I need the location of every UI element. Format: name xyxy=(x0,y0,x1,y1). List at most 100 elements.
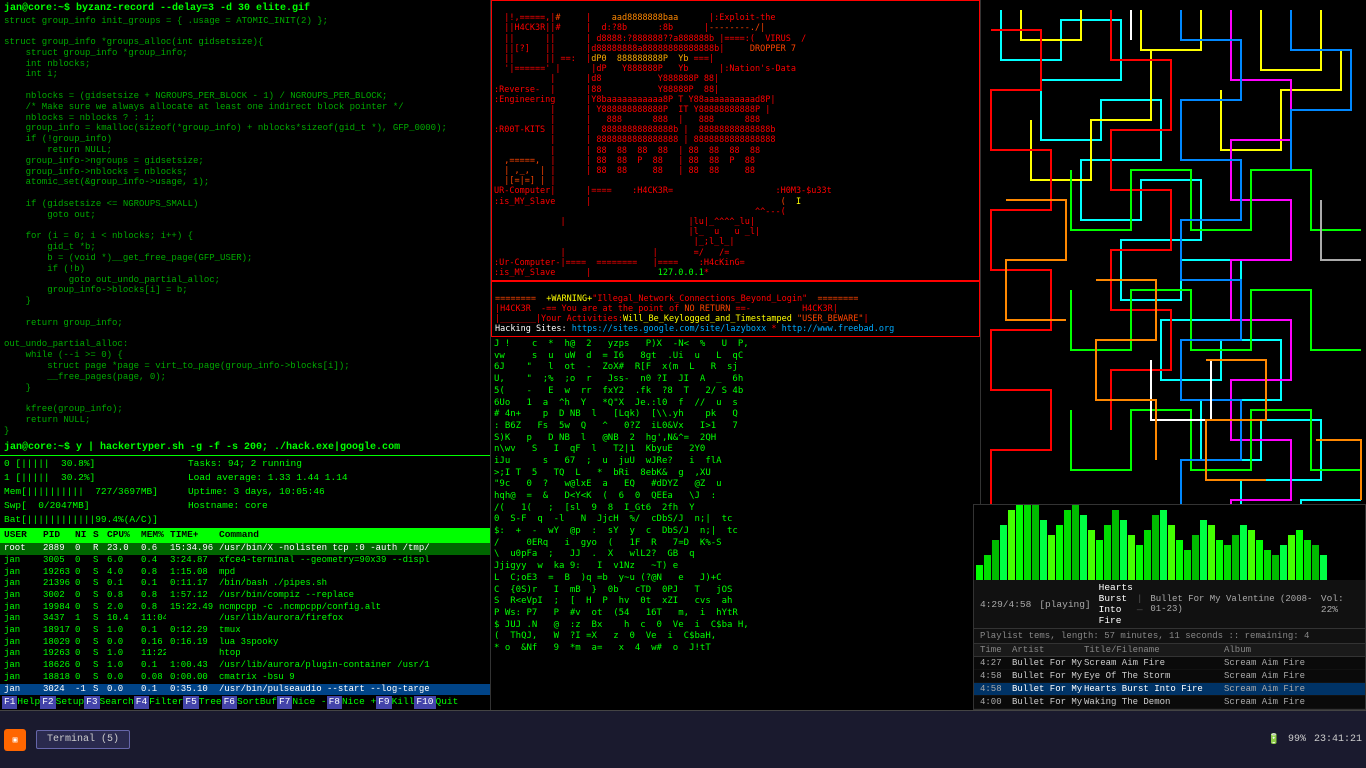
vis-bar xyxy=(1096,540,1103,580)
list-item[interactable]: 4:27 Bullet For My Scream Aim Fire Screa… xyxy=(974,657,1365,670)
playlist-info: Playlist tems, length: 57 minutes, 11 se… xyxy=(974,629,1365,644)
table-row[interactable]: jan 19263 0 S 4.0 0.8 1:15.08 mpd xyxy=(0,567,490,579)
vis-bar xyxy=(1264,550,1271,580)
table-row[interactable]: jan 3024 -1 S 0.0 0.1 0:35.10 /usr/bin/p… xyxy=(0,684,490,696)
vis-bar xyxy=(1312,545,1319,580)
middle-panel: |!,=====,|# | aad8888888baa |:Exploit-th… xyxy=(490,0,980,710)
load-info: Load average: 1.33 1.44 1.14 xyxy=(188,472,348,485)
prompt-line-2: jan@core:~$ y | hackertyper.sh -g -f -s … xyxy=(4,441,486,455)
f9-kill[interactable]: F9 xyxy=(376,696,391,709)
terminal-output: jan@core:~$ byzanz-record --delay=3 -d 3… xyxy=(0,0,490,455)
process-rows: root 2889 0 R 23.0 0.6 15:34.96 /usr/bin… xyxy=(0,543,490,695)
vis-bar xyxy=(992,540,999,580)
vis-bar xyxy=(984,555,991,580)
vis-bar xyxy=(1136,545,1143,580)
htop-footer[interactable]: F1Help F2Setup F3Search F4Filter F5Tree … xyxy=(0,695,490,710)
table-row[interactable]: jan 3437 1 S 10.4 11:04.40 /usr/lib/auro… xyxy=(0,613,490,625)
vis-bar xyxy=(1168,525,1175,580)
vis-bar xyxy=(1288,535,1295,580)
table-row[interactable]: jan 21396 0 S 0.1 0.1 0:11.17 /bin/bash … xyxy=(0,578,490,590)
playlist-rows: 4:27 Bullet For My Scream Aim Fire Screa… xyxy=(974,657,1365,709)
vis-bar xyxy=(1320,555,1327,580)
vis-bar xyxy=(1208,525,1215,580)
battery-level: 99% xyxy=(1288,734,1306,745)
vis-bar xyxy=(1280,545,1287,580)
vis-bar xyxy=(1296,530,1303,580)
taskbar: ▣ Terminal (5) 🔋 99% 23:41:21 xyxy=(0,710,1366,768)
vis-bar xyxy=(1176,540,1183,580)
table-row[interactable]: jan 19984 0 S 2.0 0.8 15:22.49 ncmpcpp -… xyxy=(0,602,490,614)
table-row[interactable]: jan 18818 0 S 0.0 0.08 0:00.00 cmatrix -… xyxy=(0,672,490,684)
vis-bar xyxy=(1072,505,1079,580)
left-panel: jan@core:~$ byzanz-record --delay=3 -d 3… xyxy=(0,0,490,710)
taskbar-right: 🔋 99% 23:41:21 xyxy=(1268,734,1362,746)
f4-filter[interactable]: F4 xyxy=(134,696,149,709)
f1-help[interactable]: F1 xyxy=(2,696,17,709)
table-row[interactable]: jan 19263 0 S 1.0 11:22 htop xyxy=(0,648,490,660)
swap-bar: Swp[ 0/2047MB] xyxy=(4,500,158,513)
table-row[interactable]: jan 18626 0 S 1.0 0.1 1:00.43 /usr/lib/a… xyxy=(0,660,490,672)
separator: |— xyxy=(1137,593,1147,615)
vis-bar xyxy=(1032,505,1039,580)
visualizer xyxy=(974,505,1365,580)
code-block: struct group_info init_groups = { .usage… xyxy=(4,16,486,437)
vis-bar xyxy=(1112,510,1119,580)
hacker-warning: ======== +WARNING+"Illegal_Network_Conne… xyxy=(491,281,980,337)
volume-display: Vol: 22% xyxy=(1321,593,1359,615)
vis-bar xyxy=(1104,525,1111,580)
mem-bar: Mem[|||||||||| 727/3697MB] xyxy=(4,486,158,499)
process-table: USER PID NI S CPU% MEM% TIME+ Command ro… xyxy=(0,528,490,695)
process-header: USER PID NI S CPU% MEM% TIME+ Command xyxy=(0,528,490,543)
f6-sort[interactable]: F6 xyxy=(222,696,237,709)
playlist-columns: Time Artist Title/Filename Album xyxy=(974,644,1365,657)
table-row[interactable]: jan 3005 0 S 6.0 0.4 3:24.87 xfce4-termi… xyxy=(0,555,490,567)
clock: 23:41:21 xyxy=(1314,734,1362,745)
table-row[interactable]: root 2889 0 R 23.0 0.6 15:34.96 /usr/bin… xyxy=(0,543,490,555)
vis-bar xyxy=(1088,530,1095,580)
taskbar-terminal[interactable]: Terminal (5) xyxy=(36,730,130,749)
vis-bar xyxy=(1304,540,1311,580)
vis-bar xyxy=(1016,505,1023,580)
list-item[interactable]: 4:58 Bullet For My Eye Of The Storm Scre… xyxy=(974,670,1365,683)
taskbar-items[interactable]: Terminal (5) xyxy=(36,730,130,749)
vis-bar xyxy=(1232,535,1239,580)
uptime-info: Uptime: 3 days, 10:05:46 xyxy=(188,486,348,499)
table-row[interactable]: jan 3002 0 S 0.8 0.8 1:57.12 /usr/bin/co… xyxy=(0,590,490,602)
battery-icon: 🔋 xyxy=(1268,734,1280,746)
f8-nice-plus[interactable]: F8 xyxy=(327,696,342,709)
vis-bar xyxy=(1224,545,1231,580)
htop-section: 0 [||||| 30.8%] 1 [||||| 30.2%] Mem[||||… xyxy=(0,455,490,710)
vis-bar xyxy=(1240,525,1247,580)
now-playing-bar: 4:29/4:58 [playing] Hearts Burst Into Fi… xyxy=(974,580,1365,629)
vis-bar xyxy=(1128,535,1135,580)
bat-bar: Bat[||||||||||||99.4%(A/C)] xyxy=(4,514,158,527)
hostname-info: Hostname: core xyxy=(188,500,348,513)
vis-bar xyxy=(1216,540,1223,580)
vis-bar xyxy=(1080,515,1087,580)
vis-bar xyxy=(1008,510,1015,580)
cpu1-bar: 0 [||||| 30.8%] xyxy=(4,458,158,471)
f7-nice-minus[interactable]: F7 xyxy=(277,696,292,709)
prompt-line-1: jan@core:~$ byzanz-record --delay=3 -d 3… xyxy=(4,2,486,16)
matrix-rain: J ! c * h@ 2 yzps P)X -N< % U P, vw s u … xyxy=(491,337,980,710)
vis-bar xyxy=(1056,525,1063,580)
f2-setup[interactable]: F2 xyxy=(40,696,55,709)
table-row[interactable]: jan 18917 0 S 1.0 0.1 0:12.29 tmux xyxy=(0,625,490,637)
vis-bar xyxy=(1000,525,1007,580)
table-row[interactable]: jan 18029 0 S 0.0 0.16 0:16.19 lua 3spoo… xyxy=(0,637,490,649)
taskbar-logo: ▣ xyxy=(4,729,26,751)
list-item[interactable]: 4:00 Bullet For My Waking The Demon Scre… xyxy=(974,696,1365,709)
vis-bar xyxy=(1048,535,1055,580)
vis-bar xyxy=(1152,515,1159,580)
vis-bar xyxy=(1248,530,1255,580)
f10-quit[interactable]: F10 xyxy=(414,696,435,709)
vis-bar xyxy=(1184,550,1191,580)
vis-bar xyxy=(1064,510,1071,580)
htop-header: 0 [||||| 30.8%] 1 [||||| 30.2%] Mem[||||… xyxy=(0,456,490,528)
f5-tree[interactable]: F5 xyxy=(183,696,198,709)
current-track-artist: Bullet For My Valentine (2008-01-23) xyxy=(1150,594,1313,614)
list-item[interactable]: 4:58 Bullet For My Hearts Burst Into Fir… xyxy=(974,683,1365,696)
track-time: 4:29/4:58 xyxy=(980,599,1031,610)
tasks-info: Tasks: 94; 2 running xyxy=(188,458,348,471)
f3-search[interactable]: F3 xyxy=(84,696,99,709)
